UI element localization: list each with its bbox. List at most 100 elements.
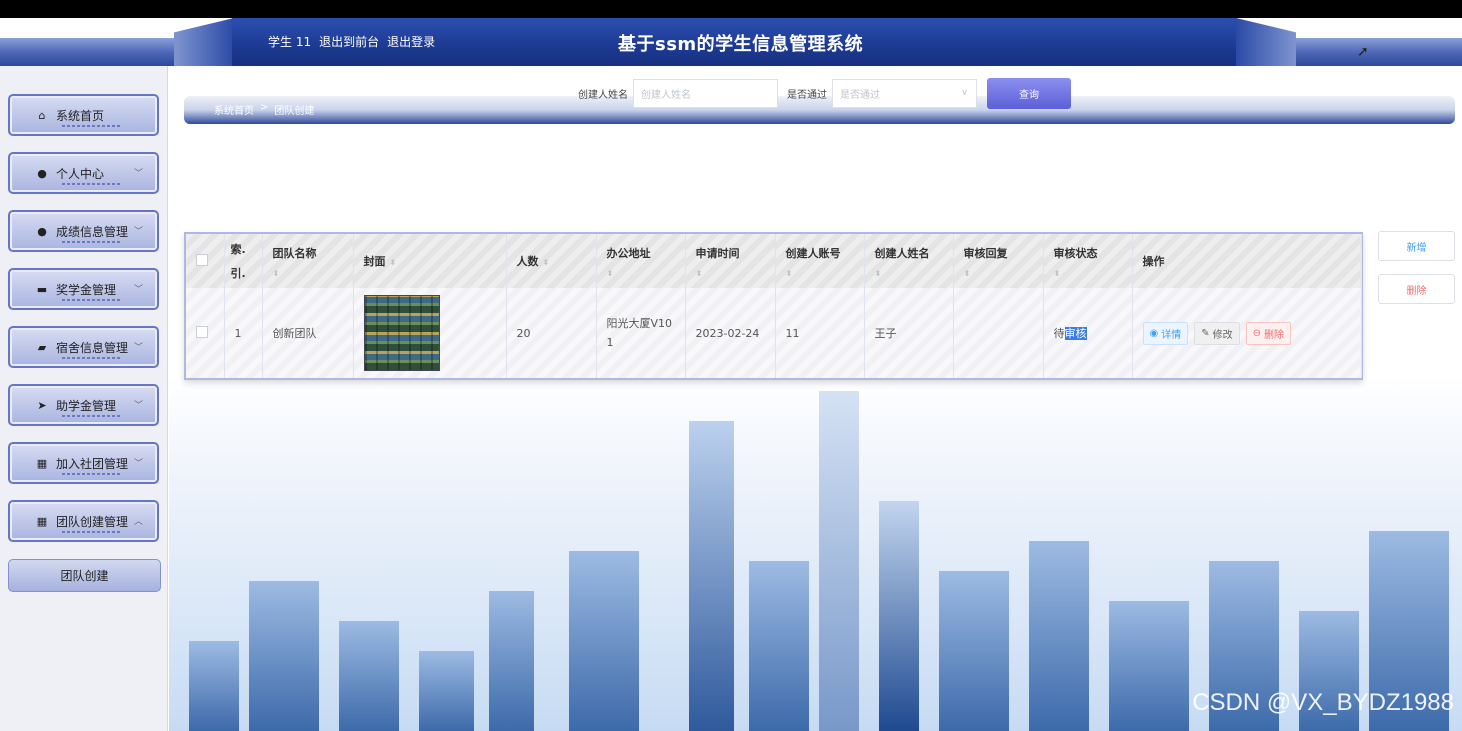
breadcrumb: 系统首页 > 团队创建 [214,102,314,117]
menu-dots [62,415,122,417]
cell-creator-account: 11 [775,288,865,378]
sort-icon[interactable]: ⬍ [389,258,396,267]
sidebar-item-home[interactable]: ⌂ 系统首页 [8,94,159,136]
cell-cover [353,288,507,378]
query-button[interactable]: 查询 [987,78,1071,109]
sidebar-item-label: 成绩信息管理 [56,224,129,239]
user-bar: 学生 11 退出到前台 退出登录 [268,33,435,50]
sidebar-item-team-create-mgmt[interactable]: ▦ 团队创建管理 ︿ [8,500,159,542]
header-label: 审核状态 [1053,246,1098,260]
sidebar-item-label: 宿舍信息管理 [56,340,129,355]
chevron-down-icon: ﹀ [133,459,143,469]
header-wing-left [174,18,234,66]
cell-review-status: 待审核 [1043,288,1133,378]
current-user: 学生 11 [268,35,312,49]
sidebar-item-grant[interactable]: ➤ 助学金管理 ﹀ [8,384,159,426]
chevron-down-icon: ﹀ [133,169,143,179]
sort-icon[interactable]: ⬍ [786,269,854,278]
header-creator-name[interactable]: 创建人姓名 ⬍ [864,234,954,288]
menu-dots [62,125,122,127]
sidebar-item-label: 奖学金管理 [56,282,117,297]
breadcrumb-separator: > [260,102,269,113]
send-icon: ➤ [37,398,47,412]
sidebar-item-personal-center[interactable]: ● 个人中心 ﹀ [8,152,159,194]
chat-icon: ▰ [37,340,47,354]
header-label: 创建人姓名 [874,246,930,260]
menu-dots [62,183,122,185]
header-review-status[interactable]: 审核状态 ⬍ [1043,234,1133,288]
menu-dots [62,531,122,533]
cell-review-reply [953,288,1044,378]
sort-icon[interactable]: ⬍ [875,269,943,278]
sidebar-item-grades[interactable]: ● 成绩信息管理 ﹀ [8,210,159,252]
sidebar-item-label: 助学金管理 [56,398,117,413]
cell-apply-date: 2023-02-24 [685,288,776,378]
select-all-checkbox[interactable] [196,253,208,266]
sidebar-item-label: 加入社团管理 [56,456,129,471]
chevron-up-icon: ︿ [133,517,143,527]
sidebar-item-label: 个人中心 [56,166,105,181]
cell-team-name: 创新团队 [262,288,354,378]
approved-label: 是否通过 [787,90,827,101]
header-wing-right [1236,18,1296,66]
sort-icon[interactable]: ⬍ [964,269,1033,278]
chevron-down-icon: ﹀ [133,285,143,295]
header-creator-account[interactable]: 创建人账号 ⬍ [775,234,865,288]
menu-dots [62,241,122,243]
header-apply-date[interactable]: 申请时间 ⬍ [685,234,776,288]
logout-link[interactable]: 退出登录 [387,33,435,50]
sort-icon[interactable]: ⬍ [273,269,343,278]
menu-dots [62,299,122,301]
header-members[interactable]: 人数 ⬍ [506,234,597,288]
delete-button[interactable]: ⊖ 删除 [1245,321,1292,345]
add-button[interactable]: 新增 [1378,231,1455,261]
detail-label: 详情 [1161,329,1182,341]
watermark: CSDN @VX_BYDZ1988 [1192,689,1454,716]
back-to-front-link[interactable]: 退出到前台 [319,33,379,50]
sidebar-item-scholarship[interactable]: ▬ 奖学金管理 ﹀ [8,268,159,310]
header-label: 创建人账号 [785,246,841,260]
app-header: 学生 11 退出到前台 退出登录 基于ssm的学生信息管理系统 [0,18,1462,66]
chevron-down-icon: ﹀ [133,343,143,353]
edit-button[interactable]: ✎ 修改 [1194,321,1240,345]
sidebar-item-dormitory[interactable]: ▰ 宿舍信息管理 ﹀ [8,326,159,368]
grid-icon: ▦ [36,456,48,470]
row-checkbox[interactable] [196,325,208,338]
header-team-name[interactable]: 团队名称 ⬍ [262,234,354,288]
breadcrumb-home[interactable]: 系统首页 [214,102,254,117]
row-select-cell[interactable] [186,288,225,378]
header-label: 申请时间 [695,246,740,260]
cell-operations: ◉ 详情 ✎ 修改 ⊖ 删除 [1132,288,1362,378]
header-label: 封面 [363,255,386,268]
sidebar-subitem-team-create[interactable]: 团队创建 [8,559,161,592]
header-select-all[interactable] [186,234,225,288]
header-address[interactable]: 办公地址 ⬍ [596,234,686,288]
header-cover[interactable]: 封面 ⬍ [353,234,507,288]
user-icon: ● [37,166,47,180]
sort-icon[interactable]: ⬍ [1054,269,1122,278]
approved-select[interactable]: 是否通过 ∨ [832,79,977,108]
cover-image[interactable] [363,295,440,371]
batch-delete-button[interactable]: 删除 [1378,274,1455,304]
header-review-reply[interactable]: 审核回复 ⬍ [953,234,1044,288]
main-content: 系统首页 > 团队创建 创建人姓名 创建人姓名 是否通过 是否通过 ∨ 查询 新… [169,66,1462,731]
sort-icon[interactable]: ⬍ [542,258,549,267]
sort-icon[interactable]: ⬍ [607,269,675,278]
header-operations: 操作 [1132,234,1362,288]
menu-dots [62,473,122,475]
sidebar-item-join-club[interactable]: ▦ 加入社团管理 ﹀ [8,442,159,484]
header-label: 团队名称 [272,246,317,260]
status-highlight: 审核 [1064,327,1087,340]
detail-button[interactable]: ◉ 详情 [1142,321,1189,345]
sort-icon[interactable]: ⬍ [696,269,765,278]
page-title: 基于ssm的学生信息管理系统 [618,34,864,55]
edit-icon: ✎ [1201,327,1210,339]
header-index: 索. 引. [224,234,263,288]
table-header-row: 索. 引. 团队名称 ⬍ 封面 ⬍ 人数 ⬍ 办公地址 ⬍ 申请时间 ⬍ 创建人账号 ⬍… [186,234,1362,288]
status-prefix: 待 [1053,327,1065,340]
chevron-down-icon: ﹀ [133,401,143,411]
header-label: 办公地址 [606,246,651,260]
approved-select-placeholder: 是否通过 [840,90,880,101]
sidebar-item-label: 团队创建管理 [56,514,129,529]
creator-name-input[interactable]: 创建人姓名 [633,79,778,108]
